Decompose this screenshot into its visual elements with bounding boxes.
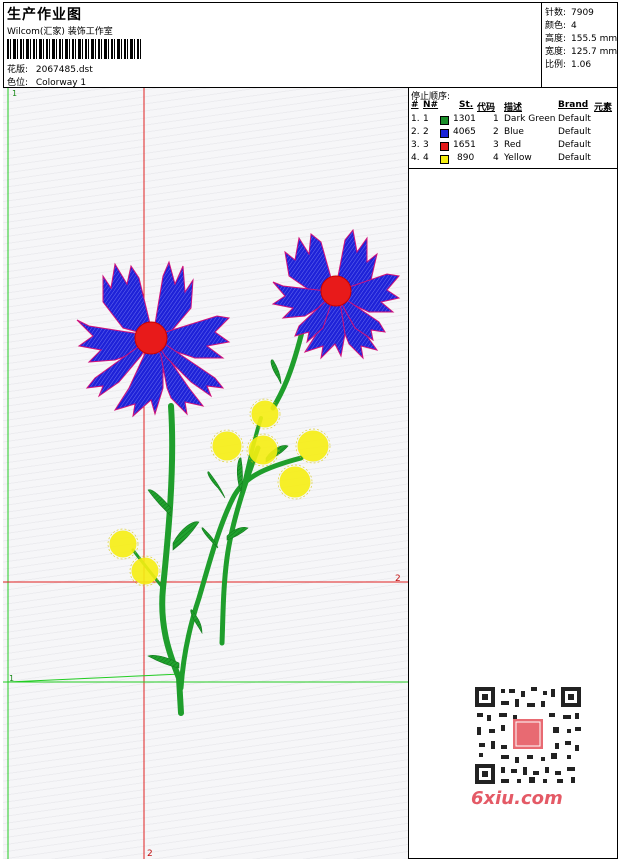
color-code: 4 [493, 153, 499, 163]
stat-label: 高度: [545, 34, 567, 44]
color-swatch [440, 155, 449, 164]
design-label: 花版: [7, 65, 29, 75]
stat-label: 比例: [545, 60, 567, 70]
marker-1-top: 1 [12, 89, 17, 98]
color-desc: Blue [504, 127, 524, 137]
marker-2-right: 2 [395, 574, 401, 584]
stop-num: 1. [411, 114, 420, 124]
stat-label: 针数: [545, 8, 567, 18]
stop-row[interactable]: 4. 4 890 4 Yellow Default [409, 153, 618, 166]
stat-row: 颜色: 4 [545, 18, 577, 31]
stop-n: 3 [423, 140, 429, 150]
stat-row: 高度: 155.5 mm [545, 31, 617, 44]
header-panel: 生产作业图 Wilcom(汇家) 装饰工作室 花版: 2067485.dst 色… [3, 2, 542, 88]
stats-panel: 针数: 7909 颜色: 4 高度: 155.5 mm 宽度: 125.7 mm 比例:… [542, 2, 618, 88]
col-header: St. [459, 100, 474, 110]
color-desc: Red [504, 140, 522, 150]
stitch-count: 1651 [453, 140, 476, 150]
col-header: 代码 [477, 103, 496, 113]
stop-num: 3. [411, 140, 420, 150]
marker-1-left: 1 [9, 674, 14, 683]
color-desc: Yellow [504, 153, 532, 163]
stop-row[interactable]: 1. 1 1301 1 Dark Green Default [409, 114, 618, 127]
stat-row: 比例: 1.06 [545, 57, 591, 70]
barcode [7, 39, 143, 59]
col-header: 元素 [594, 103, 613, 113]
stat-row: 宽度: 125.7 mm [545, 44, 617, 57]
stop-sequence-panel: 停止顺序: # N# St. 代码 描述 Brand 元素 1. 1 1301 … [409, 88, 618, 859]
color-code: 3 [493, 140, 499, 150]
stops-header: # N# St. 代码 描述 Brand 元素 [409, 100, 618, 113]
design-row: 花版: 2067485.dst [7, 62, 93, 75]
brand: Default [558, 114, 591, 124]
color-swatch [440, 129, 449, 138]
watermark-text: 6xiu.com [471, 788, 563, 809]
yellow-blossoms [109, 400, 329, 585]
design-canvas[interactable]: 1 1 2 2 [3, 88, 409, 859]
brand: Default [558, 127, 591, 137]
stop-row[interactable]: 2. 2 4065 2 Blue Default [409, 127, 618, 140]
stop-row[interactable]: 3. 3 1651 3 Red Default [409, 140, 618, 153]
color-swatch [440, 142, 449, 151]
design-value: 2067485.dst [35, 65, 93, 75]
brand: Default [558, 140, 591, 150]
col-header: # [411, 100, 419, 110]
stop-n: 4 [423, 153, 429, 163]
stop-num: 2. [411, 127, 420, 137]
stat-value: 4 [571, 21, 577, 31]
col-header: N# [423, 100, 439, 110]
stop-n: 2 [423, 127, 429, 137]
stat-label: 宽度: [545, 47, 567, 57]
color-swatch [440, 116, 449, 125]
stitch-count: 890 [457, 153, 475, 163]
studio-name: Wilcom(汇家) 装饰工作室 [7, 27, 113, 37]
color-code: 1 [493, 114, 499, 124]
flower-center-right [320, 275, 352, 307]
col-header: Brand [558, 100, 589, 110]
brand: Default [558, 153, 591, 163]
marker-2-bottom: 2 [147, 849, 153, 859]
stat-value: 7909 [571, 8, 594, 18]
flower-center-left [134, 321, 168, 355]
col-header: 描述 [504, 103, 523, 113]
embroidery-preview: 1 1 2 2 [3, 88, 408, 859]
stop-n: 1 [423, 114, 429, 124]
stat-value: 1.06 [571, 60, 592, 70]
page-title: 生产作业图 [7, 7, 82, 23]
stitch-count: 4065 [453, 127, 476, 137]
stat-row: 针数: 7909 [545, 5, 594, 18]
divider [409, 168, 618, 169]
stat-label: 颜色: [545, 21, 567, 31]
colorway-row: 色位: Colorway 1 [7, 75, 86, 88]
stop-num: 4. [411, 153, 420, 163]
stitch-count: 1301 [453, 114, 476, 124]
qr-code-icon [471, 683, 585, 788]
stat-value: 155.5 mm [571, 34, 618, 44]
colorway-label: 色位: [7, 78, 29, 88]
color-desc: Dark Green [504, 114, 556, 124]
color-code: 2 [493, 127, 499, 137]
colorway-value: Colorway 1 [35, 78, 87, 88]
stat-value: 125.7 mm [571, 47, 618, 57]
